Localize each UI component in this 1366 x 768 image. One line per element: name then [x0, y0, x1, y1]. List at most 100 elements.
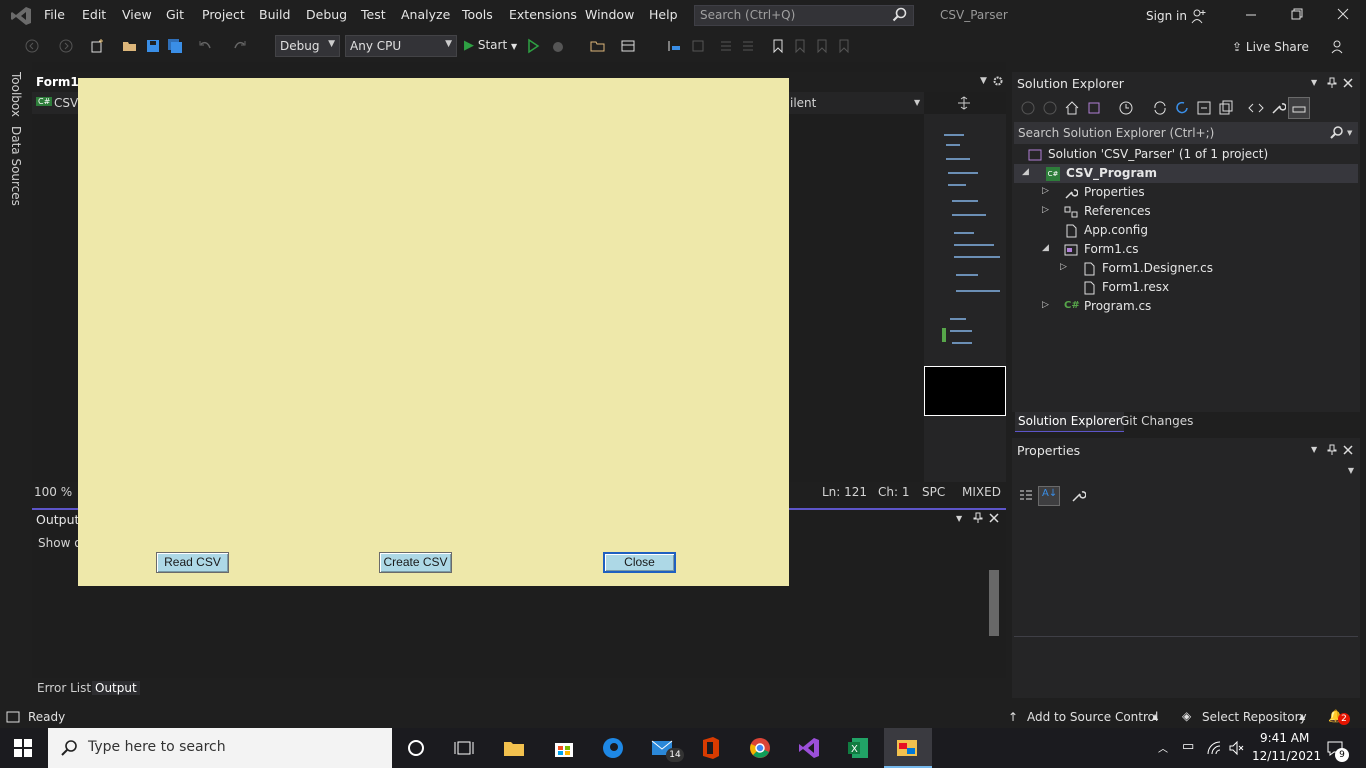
close-icon[interactable] — [1342, 444, 1354, 456]
show-all-files-icon[interactable] — [1218, 100, 1234, 116]
task-view-icon[interactable] — [452, 736, 476, 760]
next-bookmark-icon[interactable] — [814, 38, 830, 54]
sync-icon[interactable] — [1152, 100, 1168, 116]
menu-build[interactable]: Build — [259, 7, 290, 22]
clock-date[interactable]: 12/11/2021 — [1252, 749, 1321, 763]
tab-solution-explorer[interactable]: Solution Explorer — [1015, 412, 1124, 432]
browse-folder-icon[interactable] — [590, 38, 606, 54]
undo-icon[interactable] — [197, 38, 213, 54]
back-icon[interactable] — [24, 38, 40, 54]
close-icon[interactable] — [988, 512, 1000, 524]
comment-icon[interactable] — [718, 38, 734, 54]
uncomment-icon[interactable] — [740, 38, 756, 54]
search-icon[interactable] — [892, 7, 908, 23]
tree-form1-designer[interactable]: ▷ Form1.Designer.cs — [1014, 259, 1358, 278]
preview-selected-button[interactable] — [1288, 97, 1310, 119]
create-csv-button[interactable]: Create CSV — [379, 552, 452, 573]
select-repository[interactable]: Select Repository — [1202, 710, 1307, 724]
menu-debug[interactable]: Debug — [306, 7, 347, 22]
tree-form1-cs[interactable]: ◢ Form1.cs — [1014, 240, 1358, 259]
search-icon[interactable] — [1330, 126, 1344, 140]
wrench-icon[interactable] — [1270, 100, 1286, 116]
chevron-down-icon[interactable]: ▼ — [956, 514, 962, 523]
back-icon[interactable] — [1020, 100, 1036, 116]
menu-extensions[interactable]: Extensions — [509, 7, 577, 22]
restore-icon[interactable] — [1289, 6, 1305, 22]
minimize-icon[interactable] — [1243, 6, 1259, 22]
line-number[interactable]: Ln: 121 — [822, 485, 867, 499]
close-icon[interactable] — [1342, 77, 1354, 89]
battery-icon[interactable]: ▭ — [1182, 739, 1194, 754]
winforms-app-icon[interactable] — [895, 736, 919, 760]
data-sources-tab[interactable]: Data Sources — [9, 126, 23, 206]
whitespace-mode[interactable]: SPC — [922, 485, 945, 499]
tab-overflow-icon[interactable]: ▼ — [980, 76, 987, 86]
tree-solution[interactable]: Solution 'CSV_Parser' (1 of 1 project) — [1014, 145, 1358, 164]
open-folder-icon[interactable] — [122, 38, 138, 54]
object-select[interactable]: ▼ — [1014, 462, 1358, 482]
tab-git-changes[interactable]: Git Changes — [1120, 414, 1193, 428]
clear-bookmarks-icon[interactable] — [836, 38, 852, 54]
nav-member[interactable]: ilent — [790, 96, 816, 110]
save-icon[interactable] — [145, 38, 161, 54]
categorized-icon[interactable] — [1018, 488, 1034, 504]
menu-help[interactable]: Help — [649, 7, 678, 22]
save-all-icon[interactable] — [167, 38, 183, 54]
close-window-icon[interactable] — [1335, 6, 1351, 22]
pin-icon[interactable] — [1326, 77, 1338, 89]
live-share-button[interactable]: ⇪ Live Share — [1232, 40, 1309, 54]
feedback-icon[interactable] — [1330, 38, 1346, 54]
chevron-down-icon[interactable]: ▼ — [1311, 445, 1317, 454]
tab-error-list[interactable]: Error List — [37, 681, 91, 695]
output-scroll-thumb[interactable] — [989, 570, 999, 636]
wifi-icon[interactable] — [1206, 740, 1222, 756]
tree-program-cs[interactable]: ▷ C# Program.cs — [1014, 297, 1358, 316]
line-ending-mode[interactable]: MIXED — [962, 485, 1001, 499]
chevron-down-icon[interactable]: ▼ — [1347, 129, 1352, 137]
minimap-scrollbar[interactable] — [924, 114, 1006, 482]
windows-start-icon[interactable] — [14, 739, 32, 757]
refresh-icon[interactable] — [1174, 100, 1190, 116]
menu-git[interactable]: Git — [166, 7, 184, 22]
menu-window[interactable]: Window — [585, 7, 634, 22]
edge-icon[interactable] — [601, 736, 625, 760]
tree-app-config[interactable]: App.config — [1014, 221, 1358, 240]
store-icon[interactable] — [552, 736, 576, 760]
menu-file[interactable]: File — [44, 7, 65, 22]
pin-icon[interactable] — [972, 512, 984, 524]
tree-references[interactable]: ▷ References — [1014, 202, 1358, 221]
tree-form1-resx[interactable]: Form1.resx — [1014, 278, 1358, 297]
read-csv-button[interactable]: Read CSV — [156, 552, 229, 573]
disabled-icon[interactable] — [690, 38, 706, 54]
taskbar-search-input[interactable]: Type here to search — [48, 728, 392, 768]
zoom-level[interactable]: 100 % — [34, 485, 72, 499]
pin-icon[interactable] — [1326, 444, 1338, 456]
redo-icon[interactable] — [232, 38, 248, 54]
forward-icon[interactable] — [58, 38, 74, 54]
tab-output[interactable]: Output — [92, 681, 140, 695]
cortana-icon[interactable] — [404, 736, 428, 760]
menu-test[interactable]: Test — [361, 7, 386, 22]
home-icon[interactable] — [1064, 100, 1080, 116]
file-explorer-icon[interactable] — [502, 736, 526, 760]
office-icon[interactable] — [699, 736, 723, 760]
prev-bookmark-icon[interactable] — [792, 38, 808, 54]
toolbox-tab[interactable]: Toolbox — [9, 72, 23, 117]
close-button[interactable]: Close — [603, 552, 676, 573]
excel-icon[interactable]: X — [846, 736, 870, 760]
start-button[interactable]: ▶ Start ▼ — [464, 38, 517, 53]
sign-in-link[interactable]: Sign in — [1146, 9, 1187, 23]
property-pages-icon[interactable] — [1070, 488, 1086, 504]
menu-analyze[interactable]: Analyze — [401, 7, 450, 22]
tree-properties[interactable]: ▷ Properties — [1014, 183, 1358, 202]
split-icon[interactable] — [957, 96, 971, 110]
tree-project[interactable]: ◢ C# CSV_Program — [1014, 164, 1358, 183]
history-icon[interactable] — [1118, 100, 1134, 116]
layout-icon[interactable] — [620, 38, 636, 54]
solution-search-input[interactable]: Search Solution Explorer (Ctrl+;) — [1014, 122, 1358, 144]
chevron-down-icon[interactable]: ▼ — [914, 98, 920, 107]
menu-edit[interactable]: Edit — [82, 7, 106, 22]
new-project-icon[interactable] — [90, 38, 106, 54]
platform-select[interactable]: Any CPU ▼ — [345, 35, 457, 57]
bookmark-icon[interactable] — [770, 38, 786, 54]
